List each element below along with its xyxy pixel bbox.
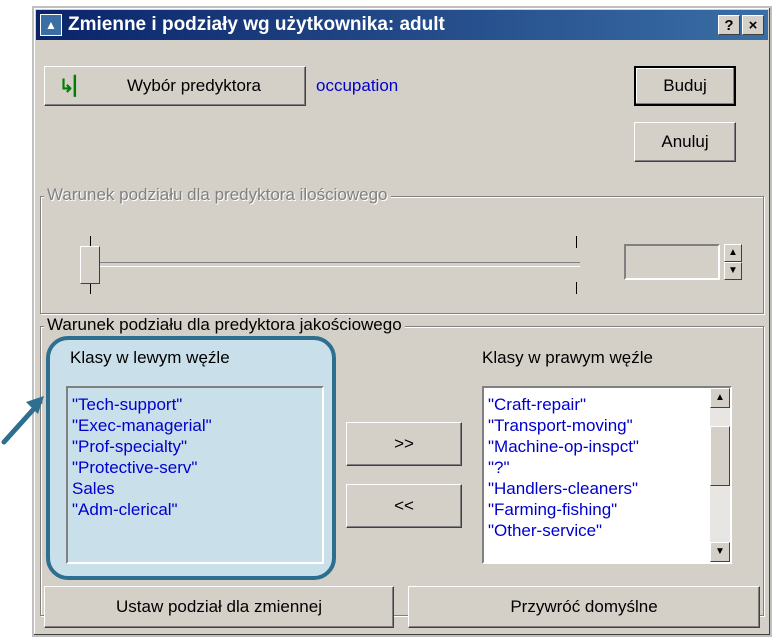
help-button[interactable]: ? [718, 15, 740, 35]
right-list-scrollbar[interactable]: ▲ ▼ [710, 388, 730, 562]
set-split-button[interactable]: Ustaw podział dla zmiennej [44, 586, 394, 628]
right-listbox[interactable]: "Craft-repair" "Transport-moving" "Machine… [482, 386, 732, 564]
list-item[interactable]: "Other-service" [484, 520, 730, 541]
qualitative-group-label: Warunek podziału dla predyktora jakościo… [44, 315, 405, 335]
right-list-label: Klasy w prawym węźle [482, 348, 653, 367]
threshold-spinner[interactable]: ▲ ▼ [724, 244, 742, 280]
cancel-button[interactable]: Anuluj [634, 122, 736, 162]
list-item[interactable]: "Craft-repair" [484, 394, 730, 415]
scroll-down-icon[interactable]: ▼ [710, 542, 730, 562]
left-list-items: "Tech-support" "Exec-managerial" "Prof-spe… [68, 388, 322, 520]
slider-tick-right [576, 236, 577, 248]
move-left-button[interactable]: << [346, 484, 462, 528]
pointer-arrow [1, 396, 44, 445]
restore-defaults-button[interactable]: Przywróć domyślne [408, 586, 760, 628]
list-item[interactable]: "Protective-serv" [68, 457, 322, 478]
app-icon: ▲ [40, 14, 62, 36]
list-item[interactable]: "Transport-moving" [484, 415, 730, 436]
list-item[interactable]: "Adm-clerical" [68, 499, 322, 520]
arrow-icon: ↳▏ [59, 76, 88, 96]
list-item[interactable]: "?" [484, 457, 730, 478]
window-title: Zmienne i podziały wg użytkownika: adult [68, 14, 445, 35]
list-item[interactable]: "Exec-managerial" [68, 415, 322, 436]
list-item[interactable]: "Prof-specialty" [68, 436, 322, 457]
spinner-down-icon[interactable]: ▼ [724, 262, 742, 280]
slider-track [80, 262, 580, 267]
close-button[interactable]: × [742, 15, 764, 35]
list-item[interactable]: Sales [68, 478, 322, 499]
list-item[interactable]: "Machine-op-inspct" [484, 436, 730, 457]
predictor-value: occupation [316, 76, 399, 95]
list-item[interactable]: "Tech-support" [68, 394, 322, 415]
list-item[interactable]: "Farming-fishing" [484, 499, 730, 520]
list-item[interactable]: "Handlers-cleaners" [484, 478, 730, 499]
right-list-items: "Craft-repair" "Transport-moving" "Machine… [484, 388, 730, 541]
threshold-slider[interactable] [70, 234, 580, 294]
select-predictor-label: Wybór predyktora [127, 76, 262, 95]
slider-tick-right-bottom [576, 282, 577, 294]
move-right-button[interactable]: >> [346, 422, 462, 466]
spinner-up-icon[interactable]: ▲ [724, 244, 742, 262]
scroll-up-icon[interactable]: ▲ [710, 388, 730, 408]
select-predictor-button[interactable]: ↳▏ Wybór predyktora [44, 66, 306, 106]
title-bar[interactable]: ▲ Zmienne i podziały wg użytkownika: adu… [36, 10, 768, 40]
left-list-label: Klasy w lewym węźle [70, 348, 230, 367]
quantitative-group-label: Warunek podziału dla predyktora ilościow… [44, 185, 391, 205]
slider-thumb[interactable] [80, 246, 100, 284]
dialog-window: ▲ Zmienne i podziały wg użytkownika: adu… [32, 6, 772, 637]
threshold-input[interactable] [624, 244, 720, 280]
scroll-thumb[interactable] [710, 426, 730, 486]
left-listbox[interactable]: "Tech-support" "Exec-managerial" "Prof-spe… [66, 386, 324, 564]
build-button[interactable]: Buduj [634, 66, 736, 106]
